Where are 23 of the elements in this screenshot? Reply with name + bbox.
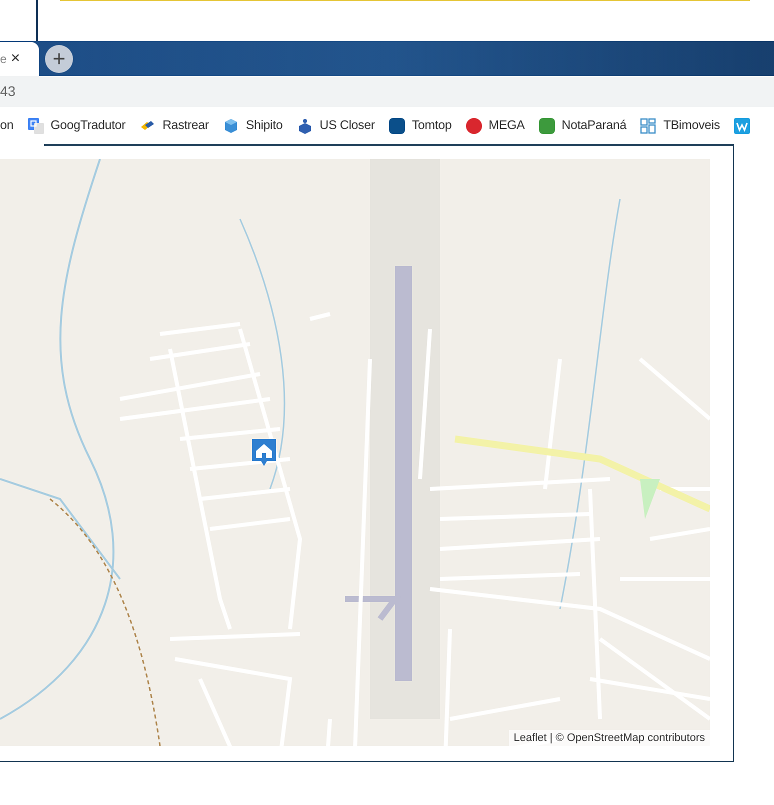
map-attribution: Leaflet | © OpenStreetMap contributors [508, 730, 710, 746]
tab-title: e [0, 51, 7, 68]
box-icon [296, 118, 313, 134]
browser-tab[interactable]: e × [0, 42, 39, 76]
address-bar[interactable]: 43 [0, 76, 774, 107]
bookmark-item[interactable] [734, 118, 750, 134]
bookmark-item[interactable]: NotaParaná [538, 116, 626, 135]
bookmark-item[interactable]: on [0, 116, 14, 135]
tab-close-button[interactable]: × [10, 51, 20, 67]
translate-icon [28, 118, 44, 134]
address-text: 43 [0, 82, 16, 101]
bookmark-item[interactable]: US Closer [296, 116, 375, 135]
bookmark-item[interactable]: Tomtop [388, 116, 452, 135]
bookmark-item[interactable]: MEGA [466, 116, 525, 135]
w-logo-icon [734, 118, 750, 134]
grid-icon [640, 118, 656, 134]
bookmark-item[interactable]: GoogTradutor [28, 116, 126, 135]
new-tab-button[interactable]: + [45, 45, 73, 73]
bookmark-item[interactable]: Rastrear [139, 116, 209, 135]
bookmark-item[interactable]: Shipito [222, 116, 283, 135]
cube-icon [222, 118, 239, 134]
bookmark-item[interactable]: TBimoveis [640, 116, 720, 135]
house-marker-icon[interactable] [250, 437, 278, 467]
